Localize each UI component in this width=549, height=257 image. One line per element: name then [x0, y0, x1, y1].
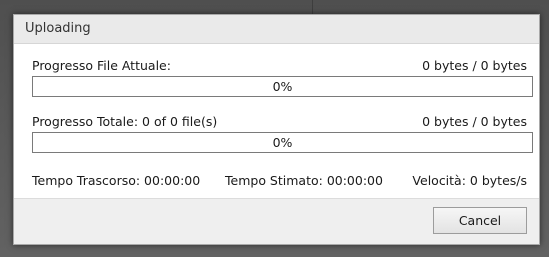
dialog-title: Uploading	[25, 21, 91, 36]
elapsed-time: Tempo Trascorso: 00:00:00	[32, 173, 201, 188]
dialog-footer: Cancel	[14, 198, 539, 244]
current-file-progress-text: 0%	[272, 79, 293, 94]
dialog-titlebar: Uploading	[14, 15, 539, 44]
upload-speed: Velocità: 0 bytes/s	[412, 173, 527, 188]
current-file-label: Progresso File Attuale:	[32, 58, 171, 73]
upload-dialog: Uploading Progresso File Attuale: 0 byte…	[13, 14, 540, 245]
background-divider	[312, 0, 313, 14]
total-progress-label: Progresso Totale: 0 of 0 file(s)	[32, 114, 218, 129]
current-file-bytes: 0 bytes / 0 bytes	[422, 58, 527, 73]
current-file-progress-bar: 0%	[32, 76, 533, 97]
total-progress-bar: 0%	[32, 132, 533, 153]
total-progress-text: 0%	[272, 135, 293, 150]
estimated-time: Tempo Stimato: 00:00:00	[225, 173, 383, 188]
total-bytes: 0 bytes / 0 bytes	[422, 114, 527, 129]
cancel-button[interactable]: Cancel	[433, 207, 527, 234]
